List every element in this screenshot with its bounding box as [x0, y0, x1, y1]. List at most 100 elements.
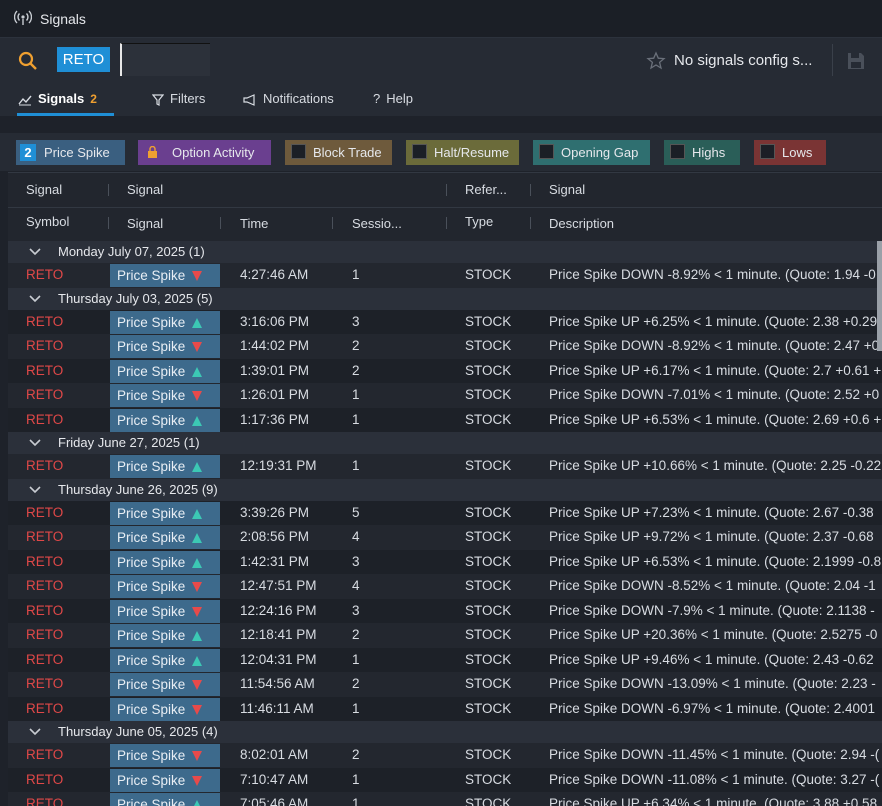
- table-row[interactable]: RETO Price Spike 1:42:31 PM 3 STOCK Price Spi…: [8, 549, 882, 574]
- tab-filters[interactable]: Filters: [151, 91, 205, 106]
- legend-option-activity[interactable]: Option Activity: [138, 140, 271, 165]
- signal-cell: Price Spike: [110, 501, 220, 525]
- col-header-time[interactable]: Time: [240, 216, 268, 231]
- arrow-down-icon: [192, 271, 202, 281]
- time-cell: 3:16:06 PM: [240, 313, 310, 329]
- signal-cell: Price Spike: [110, 744, 220, 767]
- session-cell: 1: [352, 651, 360, 667]
- checkbox-icon: [412, 144, 427, 159]
- legend-highs[interactable]: Highs: [664, 140, 740, 165]
- table-row[interactable]: RETO Price Spike 12:47:51 PM 4 STOCK Price Sp…: [8, 574, 882, 599]
- time-cell: 7:10:47 AM: [240, 771, 309, 787]
- symbol-cell: RETO: [26, 529, 64, 544]
- col-header-description[interactable]: Description: [549, 216, 614, 231]
- session-cell: 1: [352, 700, 360, 716]
- signal-cell: Price Spike: [110, 575, 220, 598]
- checkbox-icon: [291, 144, 306, 159]
- description-cell: Price Spike UP +10.66% < 1 minute. (Quot…: [549, 458, 882, 473]
- table-row[interactable]: RETO Price Spike 12:19:31 PM 1 STOCK Price Sp…: [8, 454, 882, 479]
- table-row[interactable]: RETO Price Spike 12:04:31 PM 1 STOCK Price Sp…: [8, 647, 882, 672]
- time-cell: 8:02:01 AM: [240, 747, 309, 762]
- session-cell: 3: [352, 553, 360, 569]
- table-row[interactable]: RETO Price Spike 8:02:01 AM 2 STOCK Price Spi…: [8, 743, 882, 768]
- signal-label: Price Spike: [117, 530, 186, 545]
- signals-config-label[interactable]: No signals config s...: [674, 52, 812, 69]
- symbol-cell: RETO: [26, 362, 64, 378]
- col-header-symbol[interactable]: Symbol: [26, 214, 69, 229]
- date-group-header[interactable]: Friday June 27, 2025 (1): [8, 432, 882, 454]
- tab-signals[interactable]: Signals 2: [18, 91, 97, 106]
- type-cell: STOCK: [465, 602, 512, 618]
- table-row[interactable]: RETO Price Spike 4:27:46 AM 1 STOCK Price Spi…: [8, 263, 882, 288]
- table-row[interactable]: RETO Price Spike 11:46:11 AM 1 STOCK Price Sp…: [8, 696, 882, 721]
- description-cell: Price Spike UP +6.25% < 1 minute. (Quote…: [549, 313, 878, 329]
- signal-cell: Price Spike: [110, 550, 220, 574]
- description-cell: Price Spike DOWN -11.45% < 1 minute. (Qu…: [549, 747, 880, 762]
- session-cell: 2: [352, 338, 360, 353]
- table-row[interactable]: RETO Price Spike 1:44:02 PM 2 STOCK Price Spi…: [8, 334, 882, 359]
- legend-label: Block Trade: [313, 145, 382, 160]
- signal-label: Price Spike: [117, 268, 186, 283]
- header-divider: [446, 184, 447, 196]
- time-cell: 1:42:31 PM: [240, 553, 310, 569]
- legend-lows[interactable]: Lows: [754, 140, 826, 165]
- chevron-down-icon[interactable]: [28, 436, 42, 450]
- chevron-down-icon[interactable]: [28, 483, 42, 497]
- tab-notifications[interactable]: Notifications: [243, 91, 334, 106]
- save-icon[interactable]: [846, 51, 866, 71]
- signal-cell: Price Spike: [110, 768, 220, 792]
- arrow-up-icon: [192, 533, 202, 543]
- description-cell: Price Spike DOWN -8.52% < 1 minute. (Quo…: [549, 578, 876, 593]
- description-cell: Price Spike UP +6.34% < 1 minute. (Quote…: [549, 796, 878, 806]
- search-icon[interactable]: [18, 51, 38, 71]
- table-row[interactable]: RETO Price Spike 1:39:01 PM 2 STOCK Price Spi…: [8, 358, 882, 383]
- legend-label: Lows: [782, 145, 813, 160]
- type-cell: STOCK: [465, 267, 512, 282]
- chevron-down-icon[interactable]: [28, 725, 42, 739]
- date-group-header[interactable]: Thursday June 05, 2025 (4): [8, 721, 882, 743]
- type-cell: STOCK: [465, 771, 512, 787]
- symbol-cell: RETO: [26, 771, 64, 787]
- legend-label: Highs: [692, 145, 726, 160]
- legend-block-trade[interactable]: Block Trade: [285, 140, 392, 165]
- table-row[interactable]: RETO Price Spike 2:08:56 PM 4 STOCK Price Spi…: [8, 525, 882, 550]
- date-group-header[interactable]: Thursday June 26, 2025 (9): [8, 478, 882, 501]
- table-row[interactable]: RETO Price Spike 12:18:41 PM 2 STOCK Price Sp…: [8, 623, 882, 648]
- legend-price-spike[interactable]: 2 Price Spike: [16, 140, 125, 165]
- arrow-up-icon: [192, 317, 202, 328]
- legend-opening-gap[interactable]: Opening Gap: [533, 140, 650, 165]
- type-cell: STOCK: [465, 578, 512, 593]
- star-icon[interactable]: [646, 51, 666, 71]
- table-row[interactable]: RETO Price Spike 7:10:47 AM 1 STOCK Price Spi…: [8, 767, 882, 792]
- symbol-input[interactable]: [120, 43, 210, 76]
- header-group-signal-1: Signal: [26, 182, 63, 197]
- header-divider: [108, 184, 109, 196]
- symbol-cell: RETO: [26, 387, 64, 402]
- table-row[interactable]: RETO Price Spike 1:17:36 PM 1 STOCK Price Spi…: [8, 407, 882, 432]
- date-group-header[interactable]: Monday July 07, 2025 (1): [8, 241, 882, 263]
- table-row[interactable]: RETO Price Spike 11:54:56 AM 2 STOCK Price Sp…: [8, 672, 882, 697]
- description-cell: Price Spike UP +6.17% < 1 minute. (Quote…: [549, 362, 882, 378]
- legend-halt-resume[interactable]: Halt/Resume: [406, 140, 519, 165]
- tab-help[interactable]: ? Help: [373, 91, 413, 106]
- chevron-down-icon[interactable]: [28, 245, 42, 259]
- table-row[interactable]: RETO Price Spike 7:05:46 AM 1 STOCK Price Spi…: [8, 792, 882, 806]
- signal-cell: Price Spike: [110, 310, 220, 334]
- type-cell: STOCK: [465, 458, 512, 473]
- signal-cell: Price Spike: [110, 526, 220, 549]
- col-header-session[interactable]: Sessio...: [352, 216, 402, 231]
- col-header-signal[interactable]: Signal: [127, 216, 163, 231]
- date-group-header[interactable]: Thursday July 03, 2025 (5): [8, 287, 882, 310]
- table-row[interactable]: RETO Price Spike 12:24:16 PM 3 STOCK Price Sp…: [8, 598, 882, 623]
- signal-broadcast-icon: [14, 10, 32, 25]
- symbol-chip[interactable]: RETO: [57, 47, 110, 72]
- col-header-type[interactable]: Type: [465, 214, 493, 229]
- description-cell: Price Spike DOWN -7.01% < 1 minute. (Quo…: [549, 387, 880, 402]
- session-cell: 1: [352, 458, 360, 473]
- description-cell: Price Spike UP +6.53% < 1 minute. (Quote…: [549, 553, 882, 569]
- table-row[interactable]: RETO Price Spike 1:26:01 PM 1 STOCK Price Spi…: [8, 383, 882, 408]
- table-row[interactable]: RETO Price Spike 3:16:06 PM 3 STOCK Price Spi…: [8, 309, 882, 334]
- chevron-down-icon[interactable]: [28, 292, 42, 306]
- vertical-scrollbar[interactable]: [877, 241, 882, 351]
- table-row[interactable]: RETO Price Spike 3:39:26 PM 5 STOCK Price Spi…: [8, 500, 882, 525]
